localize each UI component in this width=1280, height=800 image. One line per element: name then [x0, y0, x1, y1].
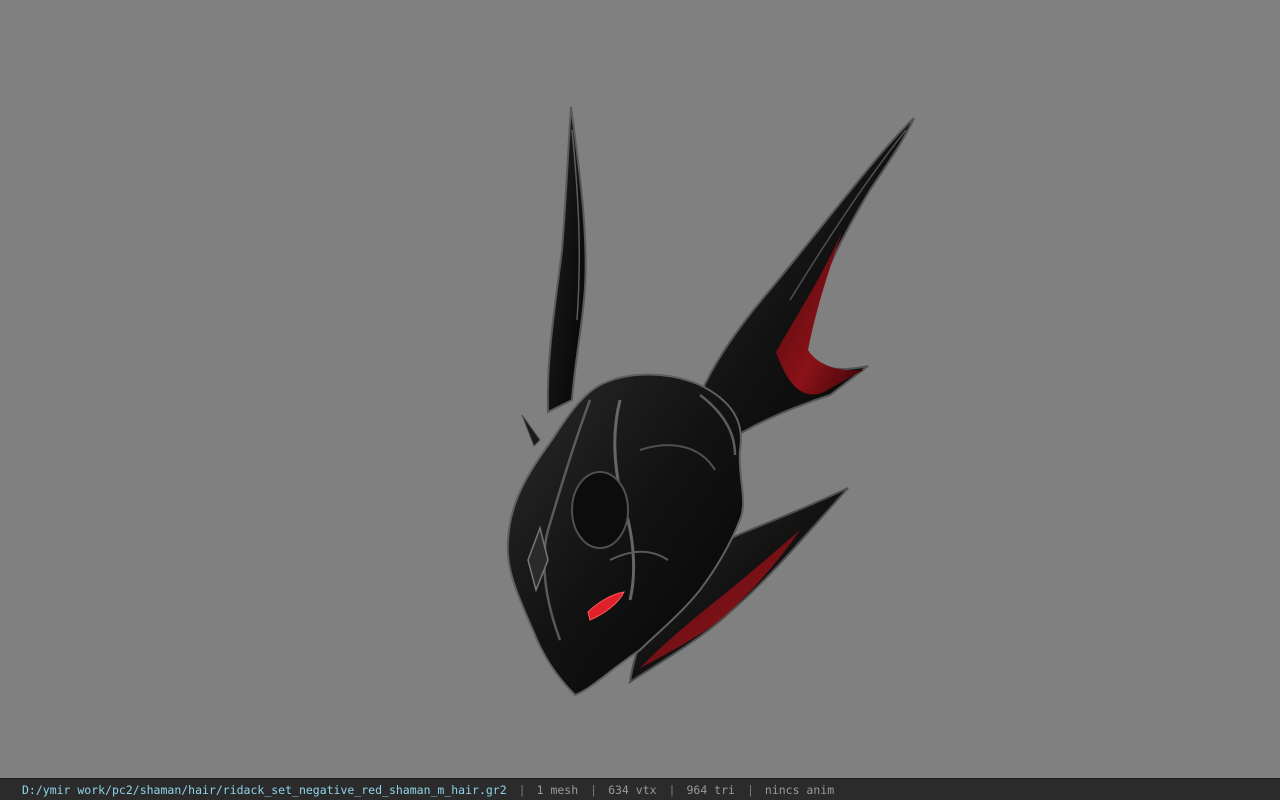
status-bar: D:/ymir work/pc2/shaman/hair/ridack_set_…	[0, 778, 1280, 800]
vertex-count: 634 vtx	[608, 782, 657, 797]
3d-viewport[interactable]	[0, 0, 1280, 778]
mesh-count: 1 mesh	[536, 782, 579, 797]
right-wing-horn	[698, 117, 915, 442]
helmet-head	[506, 373, 745, 697]
small-spike	[521, 414, 541, 447]
file-path: D:/ymir work/pc2/shaman/hair/ridack_set_…	[22, 782, 507, 797]
helmet-model[interactable]	[0, 0, 1280, 778]
separator: |	[746, 782, 754, 797]
left-horn	[546, 106, 587, 414]
separator: |	[590, 782, 598, 797]
anim-status: nincs anim	[764, 782, 835, 797]
separator: |	[668, 782, 676, 797]
separator: |	[518, 782, 526, 797]
triangle-count: 964 tri	[686, 782, 735, 797]
